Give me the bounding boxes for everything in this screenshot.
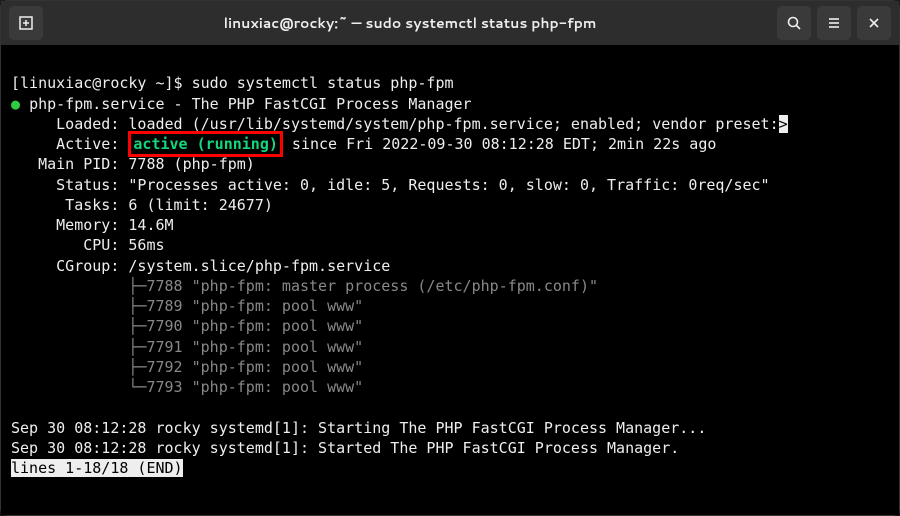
new-tab-icon [18, 15, 34, 31]
log-line-1: Sep 30 08:12:28 rocky systemd[1]: Starti… [11, 418, 889, 438]
tree-line-2: ├─7789 "php-fpm: pool www" [11, 296, 889, 316]
active-since: since Fri 2022-09-30 08:12:28 EDT; 2min … [283, 135, 716, 153]
tree-line-4: ├─7791 "php-fpm: pool www" [11, 337, 889, 357]
command-text: sudo systemctl status php-fpm [192, 74, 454, 92]
log-line-2: Sep 30 08:12:28 rocky systemd[1]: Starte… [11, 438, 889, 458]
mainpid-value: 7788 (php-fpm) [128, 155, 254, 173]
terminal-output[interactable]: [linuxiac@rocky ~]$ sudo systemctl statu… [1, 45, 899, 515]
tree-line-5: ├─7792 "php-fpm: pool www" [11, 357, 889, 377]
memory-value: 14.6M [128, 216, 173, 234]
tree-line-6: └─7793 "php-fpm: pool www" [11, 377, 889, 397]
service-desc: The PHP FastCGI Process Manager [192, 95, 472, 113]
cpu-value: 56ms [128, 236, 164, 254]
mainpid-line: Main PID: 7788 (php-fpm) [11, 154, 889, 174]
search-button[interactable] [777, 6, 811, 40]
service-name: php-fpm.service [29, 95, 164, 113]
hamburger-icon [826, 15, 842, 31]
menu-button[interactable] [817, 6, 851, 40]
prompt: [linuxiac@rocky ~]$ [11, 74, 192, 92]
tree-line-1: ├─7788 "php-fpm: master process (/etc/ph… [11, 276, 889, 296]
memory-line: Memory: 14.6M [11, 215, 889, 235]
titlebar-actions [777, 6, 891, 40]
service-header: ● php-fpm.service - The PHP FastCGI Proc… [11, 94, 889, 114]
tree-line-3: ├─7790 "php-fpm: pool www" [11, 316, 889, 336]
tasks-line: Tasks: 6 (limit: 24677) [11, 195, 889, 215]
pager-status: lines 1-18/18 (END) [11, 459, 183, 477]
cgroup-line: CGroup: /system.slice/php-fpm.service [11, 256, 889, 276]
window-title: linuxiac@rocky:~ — sudo systemctl status… [51, 13, 769, 33]
active-line: Active: active (running) since Fri 2022-… [11, 134, 889, 154]
status-line: Status: "Processes active: 0, idle: 5, R… [11, 175, 889, 195]
scroll-indicator: > [779, 115, 788, 133]
cgroup-value: /system.slice/php-fpm.service [128, 257, 390, 275]
status-value: "Processes active: 0, idle: 5, Requests:… [128, 176, 769, 194]
cpu-line: CPU: 56ms [11, 235, 889, 255]
tasks-value: 6 (limit: 24677) [128, 196, 273, 214]
pager-line: lines 1-18/18 (END) [11, 458, 889, 478]
prompt-line: [linuxiac@rocky ~]$ sudo systemctl statu… [11, 73, 889, 93]
status-dot-icon: ● [11, 95, 20, 113]
close-button[interactable] [857, 6, 891, 40]
search-icon [786, 15, 802, 31]
active-status: active (running) [133, 135, 278, 153]
blank-line [11, 397, 889, 417]
new-tab-button[interactable] [9, 6, 43, 40]
close-icon [866, 15, 882, 31]
window-titlebar: linuxiac@rocky:~ — sudo systemctl status… [1, 1, 899, 45]
